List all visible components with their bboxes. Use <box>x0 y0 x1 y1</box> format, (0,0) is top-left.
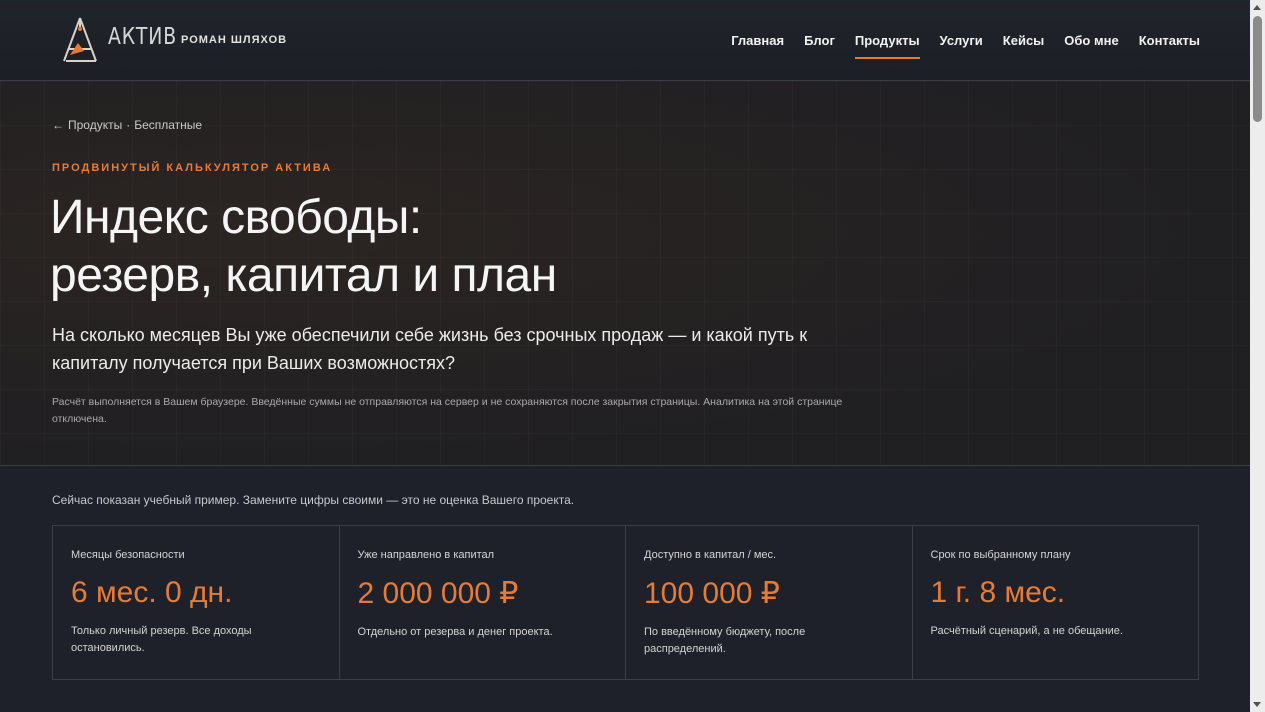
summary-card-safety-months: Месяцы безопасности 6 мес. 0 дн. Только … <box>53 526 340 679</box>
eyebrow-label: ПРОДВИНУТЫЙ КАЛЬКУЛЯТОР АКТИВА <box>52 162 333 174</box>
summary-card-monthly-available: Доступно в капитал / мес. 100 000 ₽ По в… <box>626 526 913 679</box>
breadcrumb-current: Бесплатные <box>134 118 203 132</box>
privacy-note: Расчёт выполняется в Вашем браузере. Вве… <box>52 396 843 425</box>
card-label: Срок по выбранному плану <box>930 549 1071 561</box>
lead-text: На сколько месяцев Вы уже обеспечили себ… <box>52 325 808 373</box>
page-title-line-1: Индекс свободы: <box>50 191 422 244</box>
card-description: По введённому бюджету, после распределен… <box>644 626 806 655</box>
nav-item-home[interactable]: Главная <box>731 33 784 48</box>
page-title-line-2: резерв, капитал и план <box>50 249 557 302</box>
hero-section: ← Продукты · Бесплатные ПРОДВИНУТЫЙ КАЛЬ… <box>0 81 1250 466</box>
nav-item-cases[interactable]: Кейсы <box>1003 33 1045 48</box>
card-description: Расчётный сценарий, а не обещание. <box>930 625 1123 637</box>
card-value: 2 000 000 ₽ <box>357 577 519 610</box>
breadcrumb-separator: · <box>126 118 131 132</box>
card-value: 6 мес. 0 дн. <box>71 576 233 609</box>
brand-name[interactable]: РОМАН ШЛЯХОВ <box>181 34 287 46</box>
card-label: Доступно в капитал / мес. <box>644 549 777 561</box>
breadcrumb-products-link[interactable]: Продукты <box>68 118 122 132</box>
page: АКТИВ РОМАН ШЛЯХОВ Главная Блог Продукты… <box>0 0 1250 712</box>
breadcrumb: ← Продукты · Бесплатные <box>52 118 202 132</box>
logo-text: АКТИВ <box>108 24 177 50</box>
summary-cards: Месяцы безопасности 6 мес. 0 дн. Только … <box>52 525 1199 680</box>
vertical-scrollbar[interactable] <box>1250 0 1265 712</box>
main-nav: Главная Блог Продукты Услуги Кейсы Обо м… <box>731 33 1200 59</box>
sample-note: Сейчас показан учебный пример. Замените … <box>52 493 575 507</box>
card-description: Только личный резерв. Все доходы останов… <box>71 625 252 654</box>
nav-item-services[interactable]: Услуги <box>940 33 983 48</box>
summary-card-invested-capital: Уже направлено в капитал 2 000 000 ₽ Отд… <box>340 526 626 679</box>
scroll-up-arrow-icon[interactable] <box>1253 5 1261 10</box>
summary-card-plan-term: Срок по выбранному плану 1 г. 8 мес. Рас… <box>913 526 1199 679</box>
card-value: 1 г. 8 мес. <box>930 576 1066 609</box>
card-description: Отдельно от резерва и денег проекта. <box>357 626 553 638</box>
nav-item-blog[interactable]: Блог <box>804 33 835 48</box>
back-arrow-icon[interactable]: ← <box>52 118 64 132</box>
scrollbar-thumb[interactable] <box>1253 16 1262 122</box>
nav-item-about[interactable]: Обо мне <box>1064 33 1118 48</box>
page-title: Индекс свободы: резерв, капитал и план <box>50 189 850 305</box>
site-header: АКТИВ РОМАН ШЛЯХОВ Главная Блог Продукты… <box>0 0 1250 81</box>
card-label: Месяцы безопасности <box>71 549 185 561</box>
nav-item-contacts[interactable]: Контакты <box>1139 33 1200 48</box>
nav-item-products[interactable]: Продукты <box>854 33 920 59</box>
scroll-down-arrow-icon[interactable] <box>1253 702 1261 707</box>
card-label: Уже направлено в капитал <box>357 549 495 561</box>
card-value: 100 000 ₽ <box>644 577 780 610</box>
